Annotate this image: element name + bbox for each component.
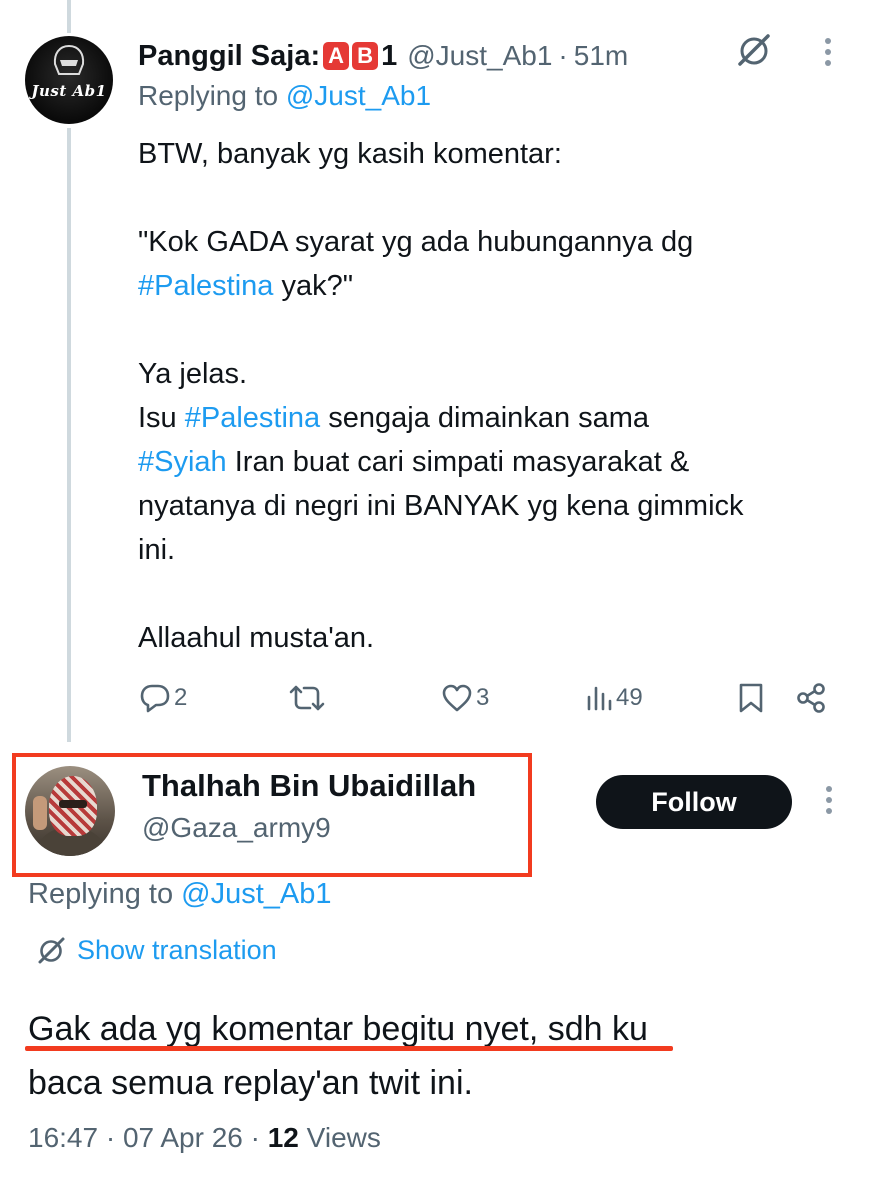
avatar[interactable]: Just Ab1 [25, 36, 113, 124]
reply-count: 2 [174, 684, 188, 711]
separator: · [105, 1122, 116, 1153]
reply-icon [140, 684, 170, 713]
retweet-icon [289, 685, 325, 711]
author-name-suffix: 1 [381, 39, 398, 72]
emoji-a-button-icon: A [323, 42, 350, 70]
red-underline-annotation [25, 1046, 673, 1051]
more-options-icon[interactable] [822, 786, 836, 820]
author-name[interactable]: Thalhah Bin Ubaidillah [142, 768, 476, 804]
tweet-actions: 2 3 49 [138, 676, 838, 720]
tweet-line: ini. [138, 534, 176, 566]
tweet-text: Gak ada yg komentar begitu nyet, sdh ku … [28, 1002, 648, 1110]
avatar-logo-text: Just Ab1 [31, 82, 107, 100]
like-count: 3 [476, 684, 490, 711]
grok-icon [38, 937, 65, 964]
retweet-button[interactable] [288, 676, 326, 720]
heart-icon [442, 684, 472, 712]
more-options-icon[interactable] [821, 38, 835, 72]
tweet-line: BTW, banyak yg kasih komentar: [138, 138, 562, 170]
share-icon [797, 683, 825, 713]
reply-button[interactable]: 2 [138, 676, 187, 720]
bookmark-button[interactable] [736, 676, 766, 720]
emoji-b-button-icon: B [352, 42, 379, 70]
view-count: 49 [616, 684, 643, 711]
tweet-line: baca semua replay'an twit ini. [28, 1064, 473, 1102]
tweet-header: Panggil Saja: A B 1 @Just_Ab1 · 51m [138, 36, 628, 76]
follow-button[interactable]: Follow [596, 775, 792, 829]
thread-connector-top [67, 0, 71, 33]
like-button[interactable]: 3 [440, 676, 489, 720]
replying-to-label: Replying to [138, 80, 279, 111]
grok-icon[interactable] [734, 30, 774, 70]
author-handle[interactable]: @Just_Ab1 [407, 40, 552, 72]
tweet-text: BTW, banyak yg kasih komentar: "Kok GADA… [138, 132, 848, 660]
analytics-icon [587, 686, 612, 711]
tweet-line: "Kok GADA syarat yg ada hubungannya dg [138, 226, 694, 258]
tweet-line: #Syiah Iran buat cari simpati masyarakat… [138, 446, 690, 478]
tweet-line: nyatanya di negri ini BANYAK yg kena gim… [138, 490, 744, 522]
avatar[interactable] [25, 766, 115, 856]
separator: · [250, 1122, 260, 1153]
replying-to: Replying to @Just_Ab1 [138, 80, 431, 112]
tweet-line: Ya jelas. [138, 358, 248, 390]
author-name[interactable]: Panggil Saja: [138, 40, 320, 73]
replying-to-link[interactable]: @Just_Ab1 [181, 878, 331, 910]
hashtag-link[interactable]: #Palestina [185, 402, 320, 434]
share-button[interactable] [794, 676, 828, 720]
author-handle[interactable]: @Gaza_army9 [142, 812, 331, 844]
tweet-line: Allaahul musta'an. [138, 622, 375, 654]
tweet-meta: 16:47 · 07 Apr 26 · 12 Views [28, 1122, 381, 1154]
separator: · [558, 40, 568, 71]
replying-to-link[interactable]: @Just_Ab1 [286, 80, 431, 111]
replying-to: Replying to @Just_Ab1 [28, 878, 332, 911]
hashtag-link[interactable]: #Palestina [138, 270, 273, 302]
helmet-logo-icon [53, 44, 85, 75]
tweet-date[interactable]: 07 Apr 26 [123, 1122, 243, 1153]
thread-connector [67, 128, 71, 742]
views-count: 12 [267, 1122, 299, 1153]
tweet-line: Isu #Palestina sengaja dimainkan sama [138, 402, 650, 434]
tweet-line: #Palestina yak?" [138, 270, 354, 302]
hashtag-link[interactable]: #Syiah [138, 446, 227, 478]
bookmark-icon [739, 683, 763, 713]
show-translation-button[interactable]: Show translation [35, 934, 277, 966]
show-translation-label: Show translation [77, 934, 277, 965]
views-label: Views [306, 1122, 381, 1153]
views-button[interactable]: 49 [584, 676, 643, 720]
timestamp[interactable]: 51m [574, 40, 628, 72]
replying-to-label: Replying to [28, 878, 174, 910]
tweet-time[interactable]: 16:47 [28, 1122, 98, 1153]
